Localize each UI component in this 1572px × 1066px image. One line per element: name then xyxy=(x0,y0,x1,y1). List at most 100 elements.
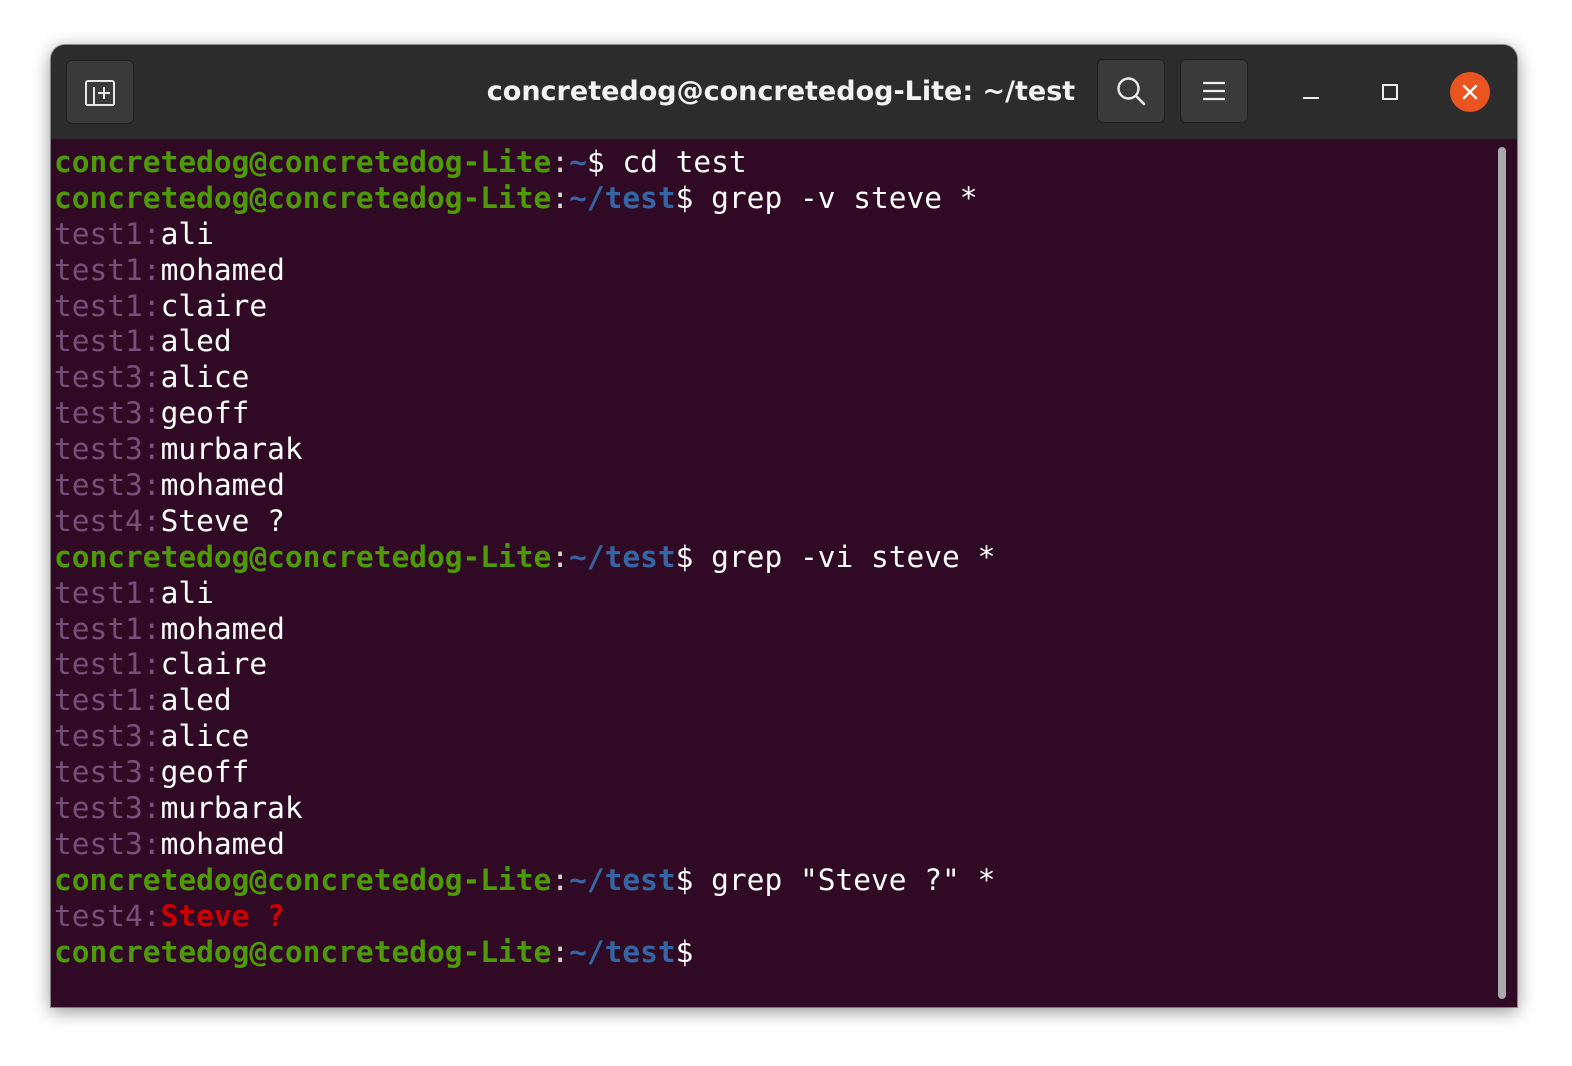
terminal-text: aled xyxy=(160,324,232,359)
terminal-text: geoff xyxy=(160,755,250,790)
grep-filename: : xyxy=(142,611,161,646)
grep-filename: test1 xyxy=(54,647,143,682)
terminal-line: test1:aled xyxy=(54,683,1484,719)
terminal-line: test3:murbarak xyxy=(54,791,1484,827)
terminal-text: ali xyxy=(160,216,214,251)
grep-filename: : xyxy=(142,503,161,538)
terminal-text: alice xyxy=(160,719,250,754)
prompt-colon: : xyxy=(551,862,570,897)
prompt-path: ~/test xyxy=(569,180,676,215)
terminal-text: geoff xyxy=(160,396,250,431)
grep-filename: test3 xyxy=(54,432,143,467)
grep-filename: : xyxy=(142,360,161,395)
prompt-path: ~/test xyxy=(569,934,676,969)
grep-filename: test1 xyxy=(54,611,143,646)
terminal-line: test3:mohamed xyxy=(54,468,1484,504)
terminal-line: concretedog@concretedog-Lite:~/test$ gre… xyxy=(54,540,1484,576)
terminal-text: $ grep "Steve ?" * xyxy=(675,862,996,897)
terminal-window: concretedog@concretedog-Lite: ~/test con… xyxy=(51,45,1517,1007)
grep-filename: test3 xyxy=(54,360,143,395)
grep-filename: : xyxy=(142,647,161,682)
terminal-text: alice xyxy=(160,360,250,395)
prompt-user-host: concretedog@concretedog-Lite xyxy=(54,934,552,969)
grep-filename: test3 xyxy=(54,719,143,754)
grep-filename: : xyxy=(142,432,161,467)
terminal-line: test1:claire xyxy=(54,647,1484,683)
hamburger-menu-icon xyxy=(1203,81,1225,101)
terminal-line: test3:mohamed xyxy=(54,827,1484,863)
terminal-text: mohamed xyxy=(160,252,285,287)
grep-filename: : xyxy=(142,791,161,826)
search-button[interactable] xyxy=(1097,59,1165,123)
terminal-line: concretedog@concretedog-Lite:~/test$ xyxy=(54,935,1484,971)
close-icon xyxy=(1462,84,1478,100)
close-button[interactable] xyxy=(1450,72,1490,112)
grep-filename: : xyxy=(142,898,161,933)
scrollbar[interactable] xyxy=(1498,147,1506,999)
terminal-text: murbarak xyxy=(160,791,303,826)
terminal-text: aled xyxy=(160,683,232,718)
terminal-line: concretedog@concretedog-Lite:~/test$ gre… xyxy=(54,181,1484,217)
grep-filename: test1 xyxy=(54,252,143,287)
grep-filename: test4 xyxy=(54,898,143,933)
search-icon xyxy=(1117,77,1146,106)
terminal-text: Steve ? xyxy=(160,503,285,538)
grep-filename: test3 xyxy=(54,755,143,790)
terminal-text: mohamed xyxy=(160,468,285,503)
terminal-line: test3:murbarak xyxy=(54,432,1484,468)
terminal-line: test3:geoff xyxy=(54,396,1484,432)
terminal-text: ali xyxy=(160,575,214,610)
minimize-icon xyxy=(1303,97,1319,99)
terminal-text: $ grep -vi steve * xyxy=(675,539,996,574)
terminal-line: test3:geoff xyxy=(54,755,1484,791)
prompt-path: ~/test xyxy=(569,539,676,574)
terminal-line: test3:alice xyxy=(54,360,1484,396)
prompt-colon: : xyxy=(551,539,570,574)
grep-filename: test1 xyxy=(54,575,143,610)
grep-filename: : xyxy=(142,324,161,359)
maximize-button[interactable] xyxy=(1370,72,1410,112)
grep-filename: : xyxy=(142,575,161,610)
terminal-line: test1:ali xyxy=(54,217,1484,253)
terminal-text: murbarak xyxy=(160,432,303,467)
terminal-text: $ grep -v steve * xyxy=(675,180,978,215)
grep-filename: : xyxy=(142,719,161,754)
terminal-line: concretedog@concretedog-Lite:~/test$ gre… xyxy=(54,863,1484,899)
terminal-line: test3:alice xyxy=(54,719,1484,755)
grep-filename: test3 xyxy=(54,826,143,861)
terminal-line: test4:Steve ? xyxy=(54,504,1484,540)
terminal-output[interactable]: concretedog@concretedog-Lite:~$ cd test c… xyxy=(54,145,1484,1005)
prompt-user-host: concretedog@concretedog-Lite xyxy=(54,862,552,897)
new-tab-button[interactable] xyxy=(66,60,134,124)
grep-filename: test3 xyxy=(54,468,143,503)
maximize-icon xyxy=(1382,84,1398,100)
grep-filename: test1 xyxy=(54,216,143,251)
terminal-line: test1:mohamed xyxy=(54,253,1484,289)
grep-filename: test1 xyxy=(54,683,143,718)
grep-filename: : xyxy=(142,216,161,251)
terminal-text: claire xyxy=(160,647,268,682)
prompt-colon: : xyxy=(551,934,570,969)
prompt-colon: : xyxy=(551,145,570,179)
menu-button[interactable] xyxy=(1180,59,1248,123)
prompt-path: ~ xyxy=(569,145,587,179)
prompt-user-host: concretedog@concretedog-Lite xyxy=(54,145,552,179)
grep-filename: : xyxy=(142,826,161,861)
grep-filename: test4 xyxy=(54,503,143,538)
terminal-text: $ xyxy=(675,934,694,969)
grep-filename: test3 xyxy=(54,396,143,431)
grep-filename: : xyxy=(142,468,161,503)
terminal-text: claire xyxy=(160,288,268,323)
grep-filename: test3 xyxy=(54,791,143,826)
grep-filename: test1 xyxy=(54,288,143,323)
terminal-line: test1:aled xyxy=(54,324,1484,360)
grep-filename: : xyxy=(142,288,161,323)
prompt-colon: : xyxy=(551,180,570,215)
grep-filename: : xyxy=(142,252,161,287)
prompt-user-host: concretedog@concretedog-Lite xyxy=(54,539,552,574)
window-title: concretedog@concretedog-Lite: ~/test xyxy=(486,76,1076,107)
terminal-line: test1:claire xyxy=(54,289,1484,325)
prompt-user-host: concretedog@concretedog-Lite xyxy=(54,180,552,215)
titlebar: concretedog@concretedog-Lite: ~/test xyxy=(51,45,1517,140)
minimize-button[interactable] xyxy=(1291,72,1331,112)
